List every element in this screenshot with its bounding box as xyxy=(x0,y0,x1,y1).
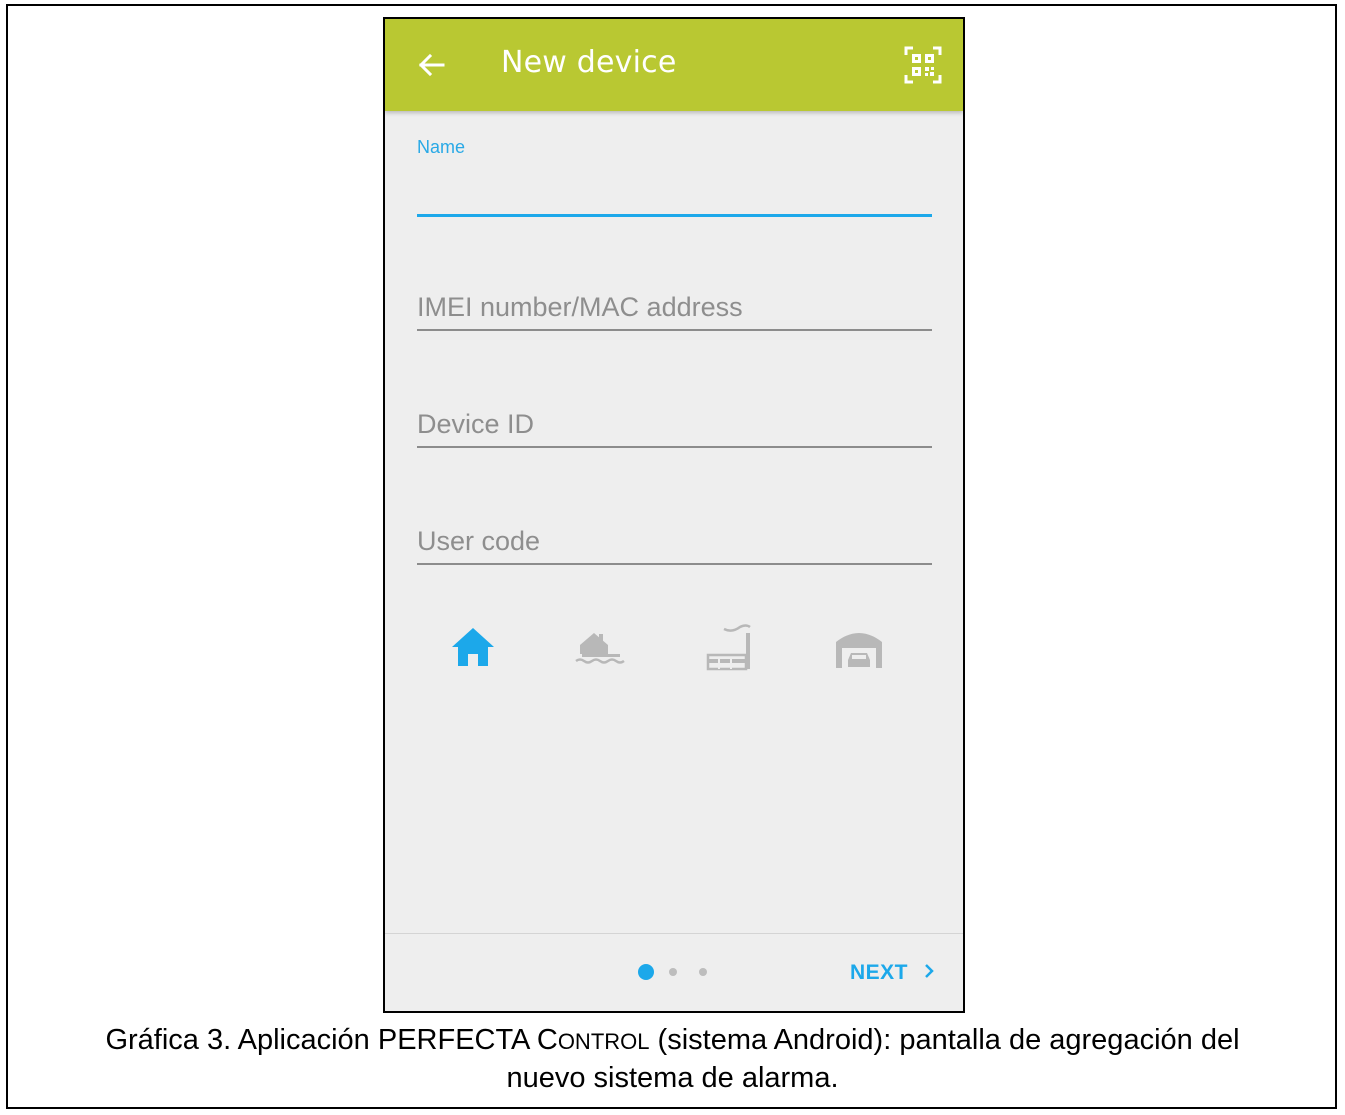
garage-icon xyxy=(836,633,882,668)
imei-field xyxy=(417,279,932,331)
imei-input[interactable] xyxy=(417,289,932,331)
name-field: Name xyxy=(417,137,932,217)
device-id-field xyxy=(417,396,932,448)
user-code-input[interactable] xyxy=(417,523,932,565)
object-type-factory[interactable] xyxy=(702,619,758,675)
user-code-field xyxy=(417,513,932,565)
qr-scan-button[interactable] xyxy=(899,41,947,89)
holiday-house-icon xyxy=(575,633,625,664)
device-id-input[interactable] xyxy=(417,406,932,448)
page-title: New device xyxy=(501,45,677,80)
back-button[interactable] xyxy=(411,41,451,89)
name-label: Name xyxy=(417,137,466,157)
caption-line-2: nuevo sistema de alarma. xyxy=(506,1062,839,1094)
page-dot xyxy=(699,968,707,976)
phone-screen: New device Name IMEI number/MAC address … xyxy=(383,17,965,1013)
footer-divider xyxy=(385,933,963,934)
arrow-left-icon xyxy=(418,53,445,77)
page-dot xyxy=(669,968,677,976)
house-icon xyxy=(452,628,494,666)
figure-caption: Gráfica 3. Aplicación PERFECTA CONTROL (… xyxy=(8,1022,1337,1097)
object-type-garage[interactable] xyxy=(831,619,887,675)
caption-text: Gráfica 3. Aplicación PERFECTA CONTROL (… xyxy=(105,1024,1240,1056)
factory-icon xyxy=(706,624,751,671)
qr-code-scan-icon xyxy=(904,46,942,84)
page-dot-active xyxy=(638,964,654,980)
app-bar: New device xyxy=(385,19,963,111)
object-type-holiday-house[interactable] xyxy=(572,619,628,675)
object-type-selector xyxy=(445,619,905,679)
next-label: NEXT xyxy=(850,961,909,984)
name-input[interactable] xyxy=(417,175,932,217)
next-button[interactable]: NEXT xyxy=(850,958,934,988)
chevron-right-icon xyxy=(924,962,934,985)
object-type-home[interactable] xyxy=(445,619,501,675)
